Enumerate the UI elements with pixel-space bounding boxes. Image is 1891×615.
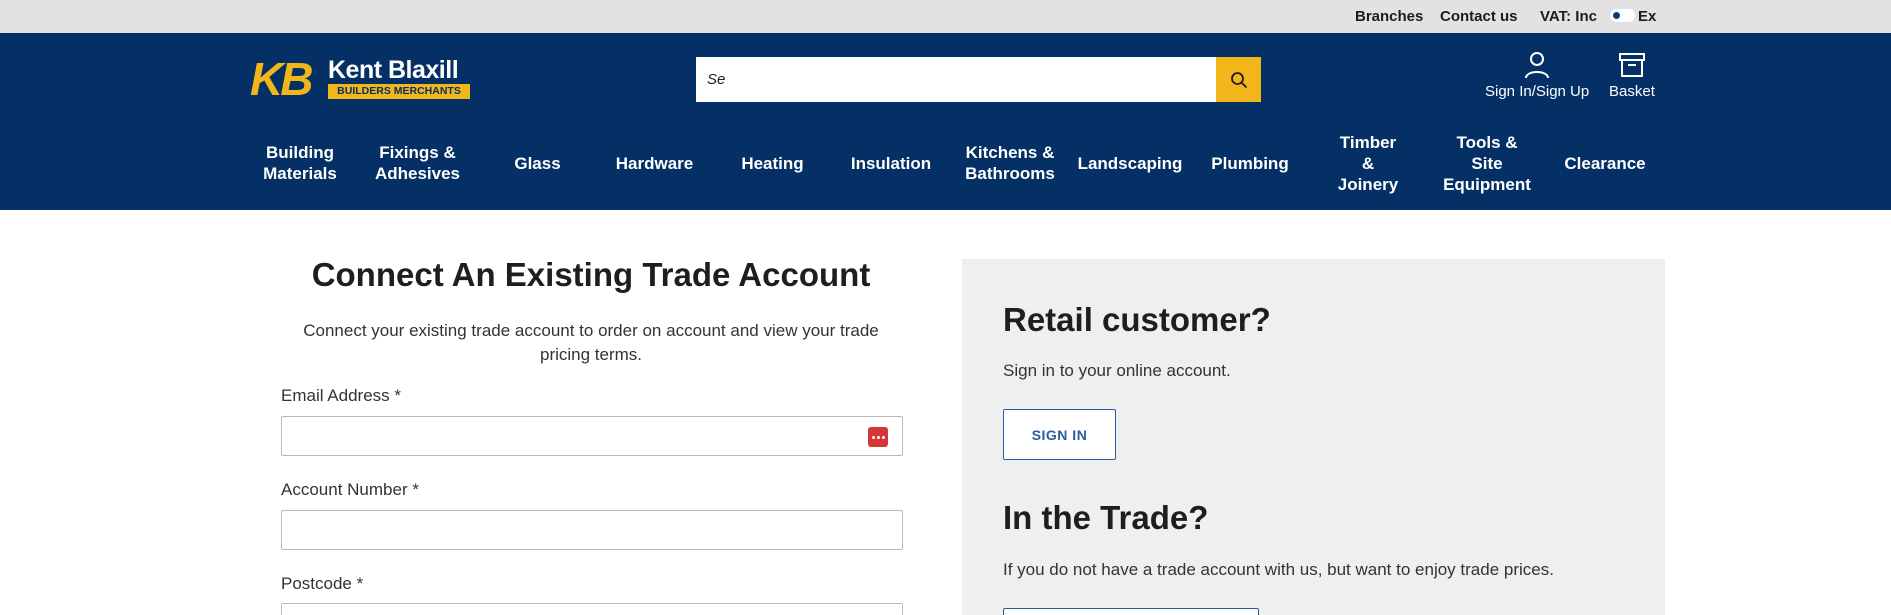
password-manager-icon[interactable] bbox=[868, 427, 888, 447]
nav-glass[interactable]: Glass bbox=[490, 129, 585, 197]
sign-in-button[interactable]: SIGN IN bbox=[1003, 409, 1116, 460]
nav-label: Kitchens & Bathrooms bbox=[965, 143, 1055, 183]
logo-tagline: BUILDERS MERCHANTS bbox=[328, 84, 470, 99]
nav-fixings-adhesives[interactable]: Fixings & Adhesives bbox=[365, 129, 470, 197]
search-icon bbox=[1230, 71, 1247, 88]
retail-heading: Retail customer? bbox=[1003, 301, 1271, 338]
search-bar bbox=[696, 57, 1261, 102]
account-options-panel: Retail customer? Sign in to your online … bbox=[962, 259, 1665, 615]
sign-in-label: Sign In/Sign Up bbox=[1485, 83, 1590, 100]
trade-account-button[interactable] bbox=[1003, 608, 1259, 615]
basket-link[interactable]: Basket bbox=[1609, 51, 1655, 100]
utility-bar: Branches Contact us VAT: Inc Ex bbox=[0, 0, 1891, 33]
postcode-label: Postcode * bbox=[281, 574, 364, 593]
postcode-field[interactable] bbox=[281, 603, 903, 615]
email-label: Email Address * bbox=[281, 386, 401, 405]
nav-label: Timber & Joinery bbox=[1337, 132, 1399, 194]
nav-hardware[interactable]: Hardware bbox=[602, 129, 707, 197]
nav-label: Tools & Site Equipment bbox=[1443, 132, 1531, 194]
search-button[interactable] bbox=[1216, 57, 1261, 102]
sign-in-link[interactable]: Sign In/Sign Up bbox=[1485, 51, 1589, 100]
nav-kitchens-bathrooms[interactable]: Kitchens & Bathrooms bbox=[955, 129, 1065, 197]
nav-label: Heating bbox=[741, 153, 804, 173]
nav-heating[interactable]: Heating bbox=[724, 129, 821, 197]
nav-label: Fixings & Adhesives bbox=[374, 143, 461, 183]
account-number-label: Account Number * bbox=[281, 480, 419, 499]
nav-clearance[interactable]: Clearance bbox=[1556, 129, 1654, 197]
nav-label: Building Materials bbox=[263, 143, 337, 183]
nav-label: Glass bbox=[514, 153, 561, 173]
nav-timber-joinery[interactable]: Timber & Joinery bbox=[1318, 129, 1418, 197]
nav-landscaping[interactable]: Landscaping bbox=[1075, 129, 1185, 197]
contact-link[interactable]: Contact us bbox=[1440, 8, 1518, 25]
nav-label: Clearance bbox=[1564, 153, 1646, 173]
logo-name: Kent Blaxill bbox=[328, 56, 459, 84]
vat-toggle-knob bbox=[1613, 12, 1620, 19]
search-input[interactable] bbox=[696, 57, 1216, 102]
nav-label: Hardware bbox=[615, 153, 694, 173]
email-field[interactable] bbox=[281, 416, 903, 456]
trade-text: If you do not have a trade account with … bbox=[1003, 560, 1554, 579]
vat-inc-label: VAT: Inc bbox=[1540, 8, 1597, 25]
page-title: Connect An Existing Trade Account bbox=[311, 256, 871, 293]
retail-text: Sign in to your online account. bbox=[1003, 361, 1231, 380]
nav-building-materials[interactable]: Building Materials bbox=[250, 129, 350, 197]
form-description: Connect your existing trade account to o… bbox=[303, 321, 879, 364]
trade-heading: In the Trade? bbox=[1003, 499, 1209, 536]
nav-label: Landscaping bbox=[1077, 153, 1183, 173]
brand-logo[interactable]: KB Kent Blaxill BUILDERS MERCHANTS bbox=[250, 53, 470, 105]
vat-ex-label: Ex bbox=[1638, 8, 1657, 25]
basket-label: Basket bbox=[1609, 83, 1655, 100]
account-number-field[interactable] bbox=[281, 510, 903, 550]
nav-label: Plumbing bbox=[1211, 153, 1289, 173]
basket-icon bbox=[1618, 53, 1645, 77]
branches-link[interactable]: Branches bbox=[1355, 8, 1423, 25]
nav-tools-site-equipment[interactable]: Tools & Site Equipment bbox=[1433, 129, 1541, 197]
nav-label: Insulation bbox=[850, 153, 932, 173]
logo-mark: KB bbox=[250, 53, 313, 105]
user-icon bbox=[1525, 52, 1550, 79]
nav-plumbing[interactable]: Plumbing bbox=[1200, 129, 1300, 197]
vat-toggle[interactable] bbox=[1610, 9, 1635, 22]
nav-insulation[interactable]: Insulation bbox=[840, 129, 942, 197]
site-header: KB Kent Blaxill BUILDERS MERCHANTS Sign … bbox=[0, 33, 1891, 210]
